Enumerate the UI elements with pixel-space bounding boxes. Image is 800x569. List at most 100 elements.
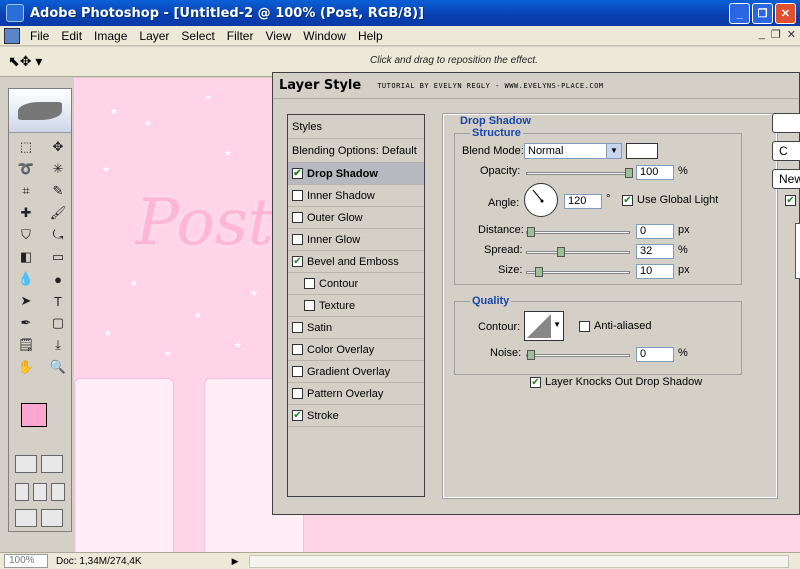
style-stroke[interactable]: ✔ Stroke <box>288 405 424 427</box>
cancel-button[interactable]: C <box>772 141 800 161</box>
opacity-slider-thumb[interactable] <box>625 168 633 178</box>
menu-layer[interactable]: Layer <box>133 29 175 43</box>
style-color-overlay[interactable]: Color Overlay <box>288 339 424 361</box>
distance-slider[interactable] <box>526 227 630 237</box>
zoom-tool-icon[interactable]: 🔍 <box>45 357 71 377</box>
style-satin[interactable]: Satin <box>288 317 424 339</box>
noise-slider[interactable] <box>526 350 630 360</box>
blending-options-item[interactable]: Blending Options: Default <box>288 139 424 163</box>
gradient-overlay-checkbox[interactable] <box>292 366 303 377</box>
eyedropper-tool-icon[interactable]: ⤓ <box>45 335 71 355</box>
angle-dial[interactable] <box>524 183 558 217</box>
style-outer-glow[interactable]: Outer Glow <box>288 207 424 229</box>
style-inner-glow[interactable]: Inner Glow <box>288 229 424 251</box>
inner-glow-checkbox[interactable] <box>292 234 303 245</box>
menu-view[interactable]: View <box>259 29 297 43</box>
color-overlay-checkbox[interactable] <box>292 344 303 355</box>
eraser-tool-icon[interactable]: ◧ <box>13 247 39 267</box>
spread-slider[interactable] <box>526 247 630 257</box>
style-drop-shadow[interactable]: ✔ Drop Shadow <box>288 163 424 185</box>
slice-tool-icon[interactable]: ✎ <box>45 181 71 201</box>
styles-header[interactable]: Styles <box>288 115 424 139</box>
bevel-emboss-checkbox[interactable]: ✔ <box>292 256 303 267</box>
magic-wand-tool-icon[interactable]: ✳ <box>45 159 71 179</box>
screen-mode-full-button[interactable] <box>51 483 65 501</box>
zoom-field[interactable]: 100% <box>4 554 48 568</box>
move-tool-icon[interactable]: ✥ <box>45 137 71 157</box>
quick-mask-mode-button[interactable] <box>41 455 63 473</box>
mdi-close-button[interactable]: ✕ <box>787 28 796 41</box>
crop-tool-icon[interactable]: ⌗ <box>13 181 39 201</box>
screen-mode-standard-button[interactable] <box>15 483 29 501</box>
marquee-tool-icon[interactable]: ⬚ <box>13 137 39 157</box>
dialog-title-bar[interactable]: Layer Style TUTORIAL BY EVELYN REGLY - W… <box>273 73 799 99</box>
noise-input[interactable]: 0 <box>636 347 674 362</box>
history-brush-tool-icon[interactable]: ⤿ <box>45 225 71 245</box>
menu-filter[interactable]: Filter <box>221 29 260 43</box>
preview-checkbox[interactable]: ✔ <box>785 195 796 206</box>
outer-glow-checkbox[interactable] <box>292 212 303 223</box>
dodge-tool-icon[interactable]: ● <box>45 269 71 289</box>
satin-checkbox[interactable] <box>292 322 303 333</box>
new-style-button[interactable]: New <box>772 169 800 189</box>
style-texture[interactable]: Texture <box>288 295 424 317</box>
layer-knocks-out-checkbox[interactable]: ✔ <box>530 377 541 388</box>
style-inner-shadow[interactable]: Inner Shadow <box>288 185 424 207</box>
minimize-button[interactable]: _ <box>729 3 750 24</box>
move-tool-icon[interactable]: ⬉✥ ▾ <box>8 53 48 71</box>
document-icon[interactable] <box>4 27 20 44</box>
mdi-restore-button[interactable]: ❐ <box>771 28 781 41</box>
distance-slider-thumb[interactable] <box>527 227 535 237</box>
contour-picker[interactable]: ▼ <box>524 311 564 341</box>
jump-to-imageready-button[interactable] <box>15 509 37 527</box>
size-slider[interactable] <box>526 267 630 277</box>
edit-in-imageready-button[interactable] <box>41 509 63 527</box>
standard-mode-button[interactable] <box>15 455 37 473</box>
use-global-light-checkbox[interactable]: ✔ <box>622 195 633 206</box>
lasso-tool-icon[interactable]: ➰ <box>13 159 39 179</box>
mdi-minimize-button[interactable]: _ <box>759 28 765 41</box>
opacity-input[interactable]: 100 <box>636 165 674 180</box>
close-button[interactable]: ✕ <box>775 3 796 24</box>
horizontal-scrollbar[interactable] <box>248 554 789 568</box>
gradient-tool-icon[interactable]: ▭ <box>45 247 71 267</box>
menu-select[interactable]: Select <box>175 29 220 43</box>
opacity-slider[interactable] <box>526 168 633 178</box>
pen-tool-icon[interactable]: ✒ <box>13 313 39 333</box>
pattern-overlay-checkbox[interactable] <box>292 388 303 399</box>
texture-checkbox[interactable] <box>304 300 315 311</box>
brush-tool-icon[interactable]: 🖌 <box>45 203 71 223</box>
menu-edit[interactable]: Edit <box>55 29 88 43</box>
menu-image[interactable]: Image <box>88 29 133 43</box>
distance-input[interactable]: 0 <box>636 224 674 239</box>
hand-tool-icon[interactable]: ✋ <box>13 357 39 377</box>
blur-tool-icon[interactable]: 💧 <box>13 269 39 289</box>
menu-file[interactable]: File <box>24 29 55 43</box>
shadow-color-swatch[interactable] <box>626 143 658 159</box>
menu-help[interactable]: Help <box>352 29 389 43</box>
noise-slider-thumb[interactable] <box>527 350 535 360</box>
angle-input[interactable]: 120 <box>564 194 602 209</box>
contour-checkbox[interactable] <box>304 278 315 289</box>
shape-tool-icon[interactable]: ▢ <box>45 313 71 333</box>
style-gradient-overlay[interactable]: Gradient Overlay <box>288 361 424 383</box>
spread-slider-thumb[interactable] <box>557 247 565 257</box>
anti-aliased-checkbox[interactable] <box>579 321 590 332</box>
blend-mode-select[interactable]: Normal ▼ <box>524 143 622 159</box>
size-slider-thumb[interactable] <box>535 267 543 277</box>
stroke-checkbox[interactable]: ✔ <box>292 410 303 421</box>
healing-brush-tool-icon[interactable]: ✚ <box>13 203 39 223</box>
screen-mode-menubar-button[interactable] <box>33 483 47 501</box>
ok-button[interactable] <box>772 113 800 133</box>
style-pattern-overlay[interactable]: Pattern Overlay <box>288 383 424 405</box>
style-contour[interactable]: Contour <box>288 273 424 295</box>
spread-input[interactable]: 32 <box>636 244 674 259</box>
inner-shadow-checkbox[interactable] <box>292 190 303 201</box>
restore-button[interactable]: ❐ <box>752 3 773 24</box>
path-selection-tool-icon[interactable]: ➤ <box>13 291 39 311</box>
clone-stamp-tool-icon[interactable]: ⛉ <box>13 225 39 245</box>
menu-window[interactable]: Window <box>297 29 352 43</box>
style-bevel-emboss[interactable]: ✔ Bevel and Emboss <box>288 251 424 273</box>
drop-shadow-checkbox[interactable]: ✔ <box>292 168 303 179</box>
status-menu-icon[interactable]: ▶ <box>232 556 239 567</box>
